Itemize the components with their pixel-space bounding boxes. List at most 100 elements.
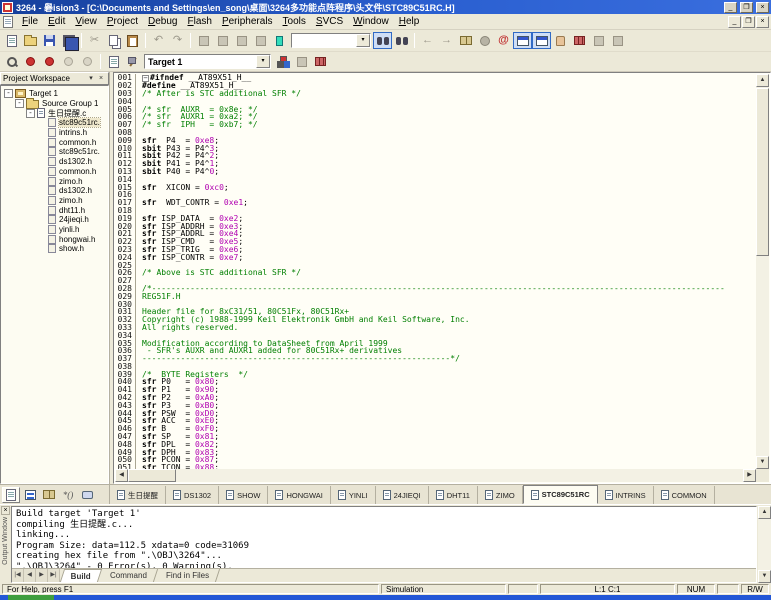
save-all-button[interactable] (59, 32, 78, 49)
file-tab-2[interactable]: SHOW (219, 486, 268, 504)
file-tab-3[interactable]: HONGWAI (268, 486, 330, 504)
code-line[interactable]: 013sbit P40 = P4^0; (114, 168, 756, 176)
output-tab-build[interactable]: Build (60, 569, 102, 582)
file-tab-7[interactable]: ZIMO (478, 486, 523, 504)
tree-item-header[interactable]: stc89c51rc. (1, 118, 108, 128)
scroll-down-button[interactable]: ▼ (756, 456, 769, 469)
target-select-value[interactable]: Target 1 (145, 57, 256, 67)
source-browser-button[interactable] (456, 32, 475, 49)
tree-item-header[interactable]: hongwai.h (1, 234, 108, 244)
tree-item-header[interactable]: common.h (1, 167, 108, 177)
cut-button[interactable]: ✂ (85, 32, 104, 49)
menu-item-window[interactable]: Window (348, 15, 394, 28)
memory-window-button[interactable] (551, 32, 570, 49)
code-line[interactable]: 015sfr XICON = 0xc0; (114, 183, 756, 191)
menu-item-view[interactable]: View (70, 15, 102, 28)
scroll-up-button[interactable]: ▲ (756, 74, 769, 87)
menu-item-tools[interactable]: Tools (278, 15, 311, 28)
close-button[interactable]: × (756, 2, 769, 13)
paste-button[interactable] (123, 32, 142, 49)
code-lines[interactable]: 001−#ifndef __AT89X51_H__002#define __AT… (114, 74, 756, 469)
menu-item-help[interactable]: Help (394, 15, 425, 28)
code-line[interactable]: 037-------------------------------------… (114, 355, 756, 363)
output-close-icon[interactable]: × (1, 506, 10, 515)
disable-all-breakpoints-button[interactable] (59, 53, 78, 70)
tree-item-source-file[interactable]: -生日提醒.c (1, 108, 108, 118)
tree-expander-icon[interactable]: - (4, 89, 13, 98)
regs-tab[interactable] (21, 487, 39, 503)
copy-button[interactable] (104, 32, 123, 49)
code-editor[interactable]: 001−#ifndef __AT89X51_H__002#define __AT… (113, 72, 771, 484)
start-button-fragment[interactable] (8, 595, 54, 600)
tab-scroll-right-icon[interactable]: ▶ (36, 569, 48, 582)
workspace-close-icon[interactable]: × (96, 74, 106, 84)
tab-scroll-first-icon[interactable]: |◀ (12, 569, 24, 582)
analyzer-button[interactable] (608, 32, 627, 49)
files-tab[interactable] (2, 487, 20, 503)
enable-breakpoint-button[interactable] (40, 53, 59, 70)
file-tab-9[interactable]: INTRINS (598, 486, 654, 504)
find-dropdown-button[interactable]: ▾ (356, 34, 370, 47)
tree-item-header[interactable]: dht11.h (1, 205, 108, 215)
file-tab-4[interactable]: YINLI (331, 486, 376, 504)
coverage-button[interactable] (589, 32, 608, 49)
menu-item-svcs[interactable]: SVCS (311, 15, 348, 28)
tree-item-header[interactable]: ds1302.h (1, 186, 108, 196)
tree-item-header[interactable]: zimo.h (1, 196, 108, 206)
find-button[interactable] (392, 32, 411, 49)
target-dropdown-button[interactable]: ▾ (256, 55, 270, 68)
scroll-right-button[interactable]: ▶ (743, 469, 756, 482)
output-tab-command[interactable]: Command (100, 569, 158, 582)
workspace-menu-icon[interactable]: ▾ (86, 74, 96, 84)
minimize-button[interactable]: _ (724, 2, 737, 13)
code-line[interactable]: 003/* After is STC additional SFR */ (114, 90, 756, 98)
tree-item-target[interactable]: -Target 1 (1, 89, 108, 99)
tree-item-header[interactable]: ds1302.h (1, 157, 108, 167)
restore-button[interactable]: ❐ (740, 2, 753, 13)
next-bookmark-button[interactable] (232, 32, 251, 49)
code-line[interactable]: 033All rights reserved. (114, 324, 756, 332)
tree-item-header[interactable]: show.h (1, 244, 108, 254)
mdi-minimize-button[interactable]: _ (728, 16, 741, 28)
undo-button[interactable]: ↶ (149, 32, 168, 49)
toggle-bookmark-button[interactable] (270, 32, 289, 49)
tab-scroll-left-icon[interactable]: ◀ (24, 569, 36, 582)
code-line[interactable]: 029REG51F.H (114, 292, 756, 300)
menu-item-project[interactable]: Project (102, 15, 143, 28)
indent-button[interactable] (194, 32, 213, 49)
project-window-toggle-button[interactable] (513, 32, 532, 49)
rebuild-all-button[interactable] (292, 53, 311, 70)
file-tab-8[interactable]: STC89C51RC (523, 485, 598, 504)
build-target-button[interactable] (123, 53, 142, 70)
target-combobox[interactable]: Target 1 ▾ (144, 54, 271, 69)
file-tab-0[interactable]: 生日提醒 (110, 486, 166, 504)
templates-tab[interactable] (78, 487, 96, 503)
file-tab-10[interactable]: COMMON (654, 486, 715, 504)
scroll-left-button[interactable]: ◀ (115, 469, 128, 482)
tree-expander-icon[interactable]: - (15, 99, 24, 108)
horizontal-scroll-thumb[interactable] (128, 469, 176, 482)
new-file-button[interactable] (2, 32, 21, 49)
editor-vertical-scrollbar[interactable]: ▲ ▼ (756, 74, 769, 469)
code-line[interactable]: 017sfr WDT_CONTR = 0xe1; (114, 199, 756, 207)
code-line[interactable]: 007/* sfr IPH = 0xb7; */ (114, 121, 756, 129)
file-tab-1[interactable]: DS1302 (166, 486, 219, 504)
code-line[interactable]: 024sfr ISP_CONTR = 0xe7; (114, 253, 756, 261)
output-window-toggle-button[interactable] (532, 32, 551, 49)
output-scroll-down-button[interactable]: ▼ (758, 570, 771, 583)
tree-item-header[interactable]: stc89c51rc. (1, 147, 108, 157)
output-tab-find-in-files[interactable]: Find in Files (156, 569, 220, 582)
file-tab-6[interactable]: DHT11 (429, 486, 478, 504)
back-button[interactable]: ← (418, 32, 437, 49)
menu-item-debug[interactable]: Debug (143, 15, 182, 28)
forward-button[interactable]: → (437, 32, 456, 49)
editor-horizontal-scrollbar[interactable]: ◀ ▶ (115, 469, 756, 482)
unindent-button[interactable] (213, 32, 232, 49)
books-tab[interactable] (40, 487, 58, 503)
functions-tab[interactable]: *() (59, 487, 77, 503)
output-scroll-up-button[interactable]: ▲ (758, 506, 771, 519)
file-tab-5[interactable]: 24JIEQI (376, 486, 429, 504)
print-button[interactable] (475, 32, 494, 49)
tree-item-header[interactable]: intrins.h (1, 128, 108, 138)
find-combobox[interactable]: ▾ (291, 33, 371, 48)
